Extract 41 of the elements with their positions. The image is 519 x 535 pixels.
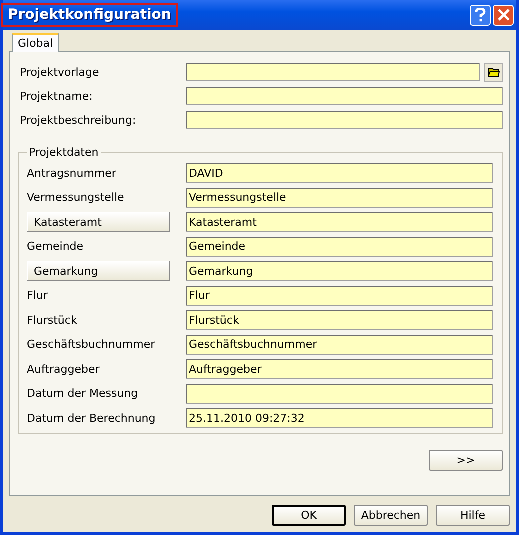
field-label: Antragsnummer [27,166,118,180]
field-label: Projektname: [20,90,94,102]
input-field[interactable]: Vermessungstelle [186,188,493,208]
field-label: Gemeinde [27,240,85,254]
input-field[interactable]: DAVID [186,163,493,184]
input-field[interactable]: Flurstück [186,310,493,330]
tab[interactable]: Global [12,33,60,52]
input-field[interactable]: Katasteramt [186,212,493,232]
field-label: Datum der Berechnung [27,412,157,425]
close-button[interactable] [493,4,514,26]
input-field[interactable]: Gemarkung [186,261,493,282]
group-title: Projektdaten [28,146,100,159]
dialog-button[interactable]: Hilfe [436,505,510,526]
field-label: Auftraggeber [27,362,101,376]
input-field[interactable] [186,111,503,129]
dialog-button[interactable]: Abbrechen [354,505,428,526]
lookup-button[interactable]: Katasteramt [27,212,170,232]
lookup-button[interactable]: Gemarkung [27,261,170,282]
input-field[interactable]: Auftraggeber [186,359,493,380]
dialog-button[interactable]: OK [272,505,346,526]
field-label: Projektbeschreibung: [20,114,138,126]
close-icon [498,9,510,21]
question-mark-icon [475,8,486,22]
help-button[interactable] [470,4,491,26]
field-label: Flurstück [27,314,78,327]
more-button[interactable]: >> [429,450,503,471]
input-field[interactable] [186,63,480,81]
input-field[interactable] [186,384,493,404]
browse-button[interactable] [484,62,503,82]
input-field[interactable]: Flur [186,286,493,306]
folder-icon [488,67,500,77]
input-field[interactable]: Geschäftsbuchnummer [186,334,493,355]
field-label: Projektvorlage [20,66,100,78]
input-field[interactable]: Gemeinde [186,236,493,257]
input-field[interactable]: 25.11.2010 09:27:32 [186,408,493,428]
field-label: Flur [27,289,49,302]
window-title: Projektkonfiguration [1,3,178,27]
field-label: Datum der Messung [27,387,140,400]
input-field[interactable] [186,87,503,105]
field-label: Vermessungstelle [27,191,126,204]
field-label: Geschäftsbuchnummer [27,338,156,352]
